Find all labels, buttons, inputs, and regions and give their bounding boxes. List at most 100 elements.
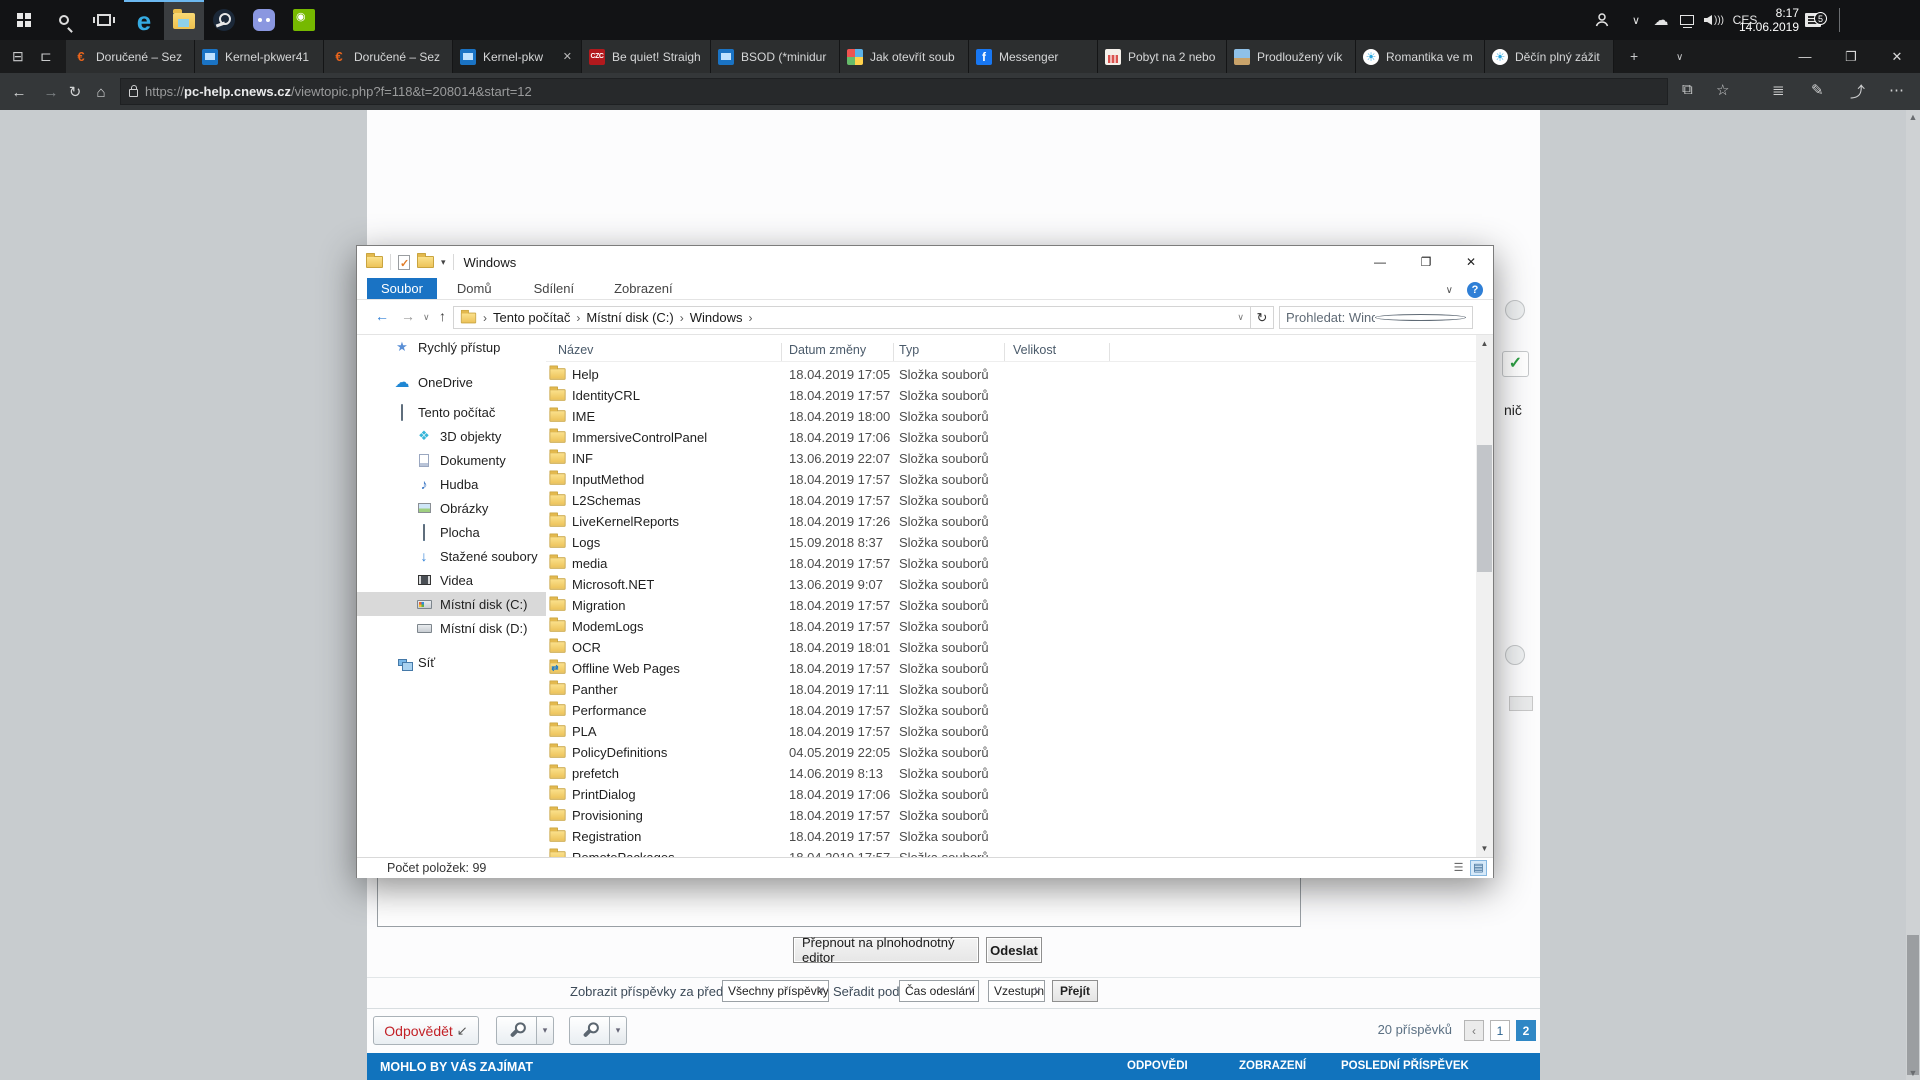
home-button[interactable] [90,81,112,103]
file-row[interactable]: Performance 18.04.2019 17:57 Složka soub… [546,700,1476,721]
file-row[interactable]: LiveKernelReports 18.04.2019 17:26 Složk… [546,511,1476,532]
new-tab-button[interactable]: + [1630,48,1638,64]
explorer-search-box[interactable]: Prohledat: Windows [1279,306,1473,329]
tab-list-chevron[interactable]: ∨ [1676,50,1683,66]
refresh-button[interactable] [64,81,86,103]
file-row[interactable]: PLA 18.04.2019 17:57 Složka souborů [546,721,1476,742]
back-button[interactable] [8,81,30,103]
scroll-down-icon[interactable]: ▼ [1906,1066,1920,1080]
file-list-scrollbar[interactable]: ▲ ▼ [1476,335,1493,857]
browser-tab[interactable]: Romantika ve m [1356,40,1485,73]
file-row[interactable]: PrintDialog 18.04.2019 17:06 Složka soub… [546,784,1476,805]
pagination-page-1[interactable]: 1 [1490,1020,1510,1041]
explorer-forward-button[interactable] [401,308,415,324]
topic-tools-dropdown[interactable] [537,1016,554,1045]
tab-close-icon[interactable] [561,48,574,65]
sidebar-item[interactable]: Místní disk (C:) [357,592,546,616]
scroll-down-icon[interactable]: ▼ [1476,840,1493,857]
qat-customize-chevron[interactable]: ▾ [441,257,446,268]
column-header-name[interactable]: Název [558,343,593,357]
help-icon[interactable]: ? [1467,282,1483,298]
browser-tab[interactable]: Be quiet! Straigh [582,40,711,73]
sidebar-item[interactable]: Tento počítač [357,400,546,424]
clock[interactable]: 8:17 14.06.2019 [1736,0,1802,40]
ribbon-tab-share[interactable]: Sdílení [522,278,586,299]
file-row[interactable]: media 18.04.2019 17:57 Složka souborů [546,553,1476,574]
sidebar-item[interactable]: Rychlý přístup [357,335,546,359]
set-tabs-aside-icon[interactable]: ⊟ [12,48,24,64]
moderator-tools-dropdown[interactable] [610,1016,627,1045]
moderator-tools-button[interactable] [569,1016,610,1045]
browser-tab[interactable]: Doručené – Sez [66,40,195,73]
file-row[interactable]: Provisioning 18.04.2019 17:57 Složka sou… [546,805,1476,826]
browser-tab[interactable]: Prodloužený vík [1227,40,1356,73]
tray-overflow-chevron[interactable]: ∨ [1624,0,1648,40]
taskbar-discord-button[interactable] [244,0,284,40]
ribbon-expand-chevron[interactable]: ∨ [1446,285,1453,296]
sort-key-select[interactable]: Čas odeslání [899,980,979,1002]
browser-tab[interactable]: Pobyt na 2 nebo [1098,40,1227,73]
explorer-close-button[interactable] [1448,246,1494,278]
web-note-icon[interactable]: ✎ [1811,81,1824,99]
address-dropdown-chevron[interactable] [1237,312,1244,323]
browser-tab[interactable]: Messenger [969,40,1098,73]
explorer-minimize-button[interactable] [1357,246,1403,278]
post-action-circle-icon[interactable] [1505,300,1525,320]
sidebar-item[interactable]: Síť [357,650,546,674]
action-center-button[interactable]: 5 [1798,0,1828,40]
file-row[interactable]: ImmersiveControlPanel 18.04.2019 17:06 S… [546,427,1476,448]
network-tray-button[interactable] [1674,0,1700,40]
column-header-type[interactable]: Typ [899,343,919,357]
sidebar-item[interactable]: Stažené soubory [357,544,546,568]
details-view-button[interactable] [1450,860,1467,876]
onedrive-tray-button[interactable]: ☁ [1648,0,1674,40]
sidebar-item[interactable]: Videa [357,568,546,592]
ribbon-tab-view[interactable]: Zobrazení [602,278,685,299]
file-row[interactable]: InputMethod 18.04.2019 17:57 Složka soub… [546,469,1476,490]
file-row[interactable]: IME 18.04.2019 18:00 Složka souborů [546,406,1476,427]
file-row[interactable]: prefetch 14.06.2019 8:13 Složka souborů [546,763,1476,784]
file-row[interactable]: L2Schemas 18.04.2019 17:57 Složka soubor… [546,490,1476,511]
sidebar-item[interactable]: Obrázky [357,496,546,520]
more-options-icon[interactable]: ⋯ [1889,81,1904,99]
page-scrollbar[interactable]: ▲ ▼ [1906,110,1920,1080]
file-row[interactable]: Logs 15.09.2018 8:37 Složka souborů [546,532,1476,553]
sidebar-item[interactable]: Hudba [357,472,546,496]
column-header-size[interactable]: Velikost [1013,343,1056,357]
browser-restore-button[interactable] [1828,40,1874,73]
tab-preview-icon[interactable]: ⊏ [40,48,52,64]
new-folder-icon[interactable] [417,256,434,268]
scrollbar-thumb[interactable] [1477,445,1492,572]
explorer-refresh-button[interactable] [1251,306,1274,329]
pagination-page-2-active[interactable]: 2 [1516,1020,1536,1041]
file-row[interactable]: IdentityCRL 18.04.2019 17:57 Složka soub… [546,385,1476,406]
browser-tab[interactable]: Jak otevřít soub [840,40,969,73]
browser-tab[interactable]: Kernel-pkw [453,40,582,73]
browser-tab[interactable]: BSOD (*minidur [711,40,840,73]
scroll-up-icon[interactable]: ▲ [1476,335,1493,352]
taskbar-nvidia-button[interactable] [284,0,324,40]
file-row[interactable]: Panther 18.04.2019 17:11 Složka souborů [546,679,1476,700]
file-row[interactable]: INF 13.06.2019 22:07 Složka souborů [546,448,1476,469]
forward-button[interactable] [40,81,62,103]
browser-tab[interactable]: Děčín plný zážit [1485,40,1614,73]
scrollbar-thumb[interactable] [1907,935,1919,1075]
share-icon[interactable]: ⤴ [1850,81,1865,102]
display-posts-select[interactable]: Všechny příspěvky [722,980,829,1002]
topic-tools-button[interactable] [496,1016,537,1045]
volume-tray-button[interactable]: ))) [1700,0,1728,40]
submit-button[interactable]: Odeslat [986,937,1042,963]
large-icons-view-button[interactable] [1470,860,1487,876]
solved-check-icon[interactable] [1502,351,1529,377]
file-row[interactable]: OCR 18.04.2019 18:01 Složka souborů [546,637,1476,658]
reply-button[interactable]: Odpovědět↙ [373,1016,479,1045]
sidebar-item[interactable]: Dokumenty [357,448,546,472]
people-tray-button[interactable] [1589,0,1615,40]
task-view-button[interactable] [84,0,124,40]
go-button[interactable]: Přejít [1052,980,1098,1002]
favorite-star-icon[interactable]: ☆ [1716,81,1729,99]
ribbon-tab-file[interactable]: Soubor [367,278,437,299]
properties-check-icon[interactable] [398,255,410,270]
address-bar[interactable]: https://pc-help.cnews.cz/viewtopic.php?f… [120,78,1668,105]
file-row[interactable]: Migration 18.04.2019 17:57 Složka soubor… [546,595,1476,616]
